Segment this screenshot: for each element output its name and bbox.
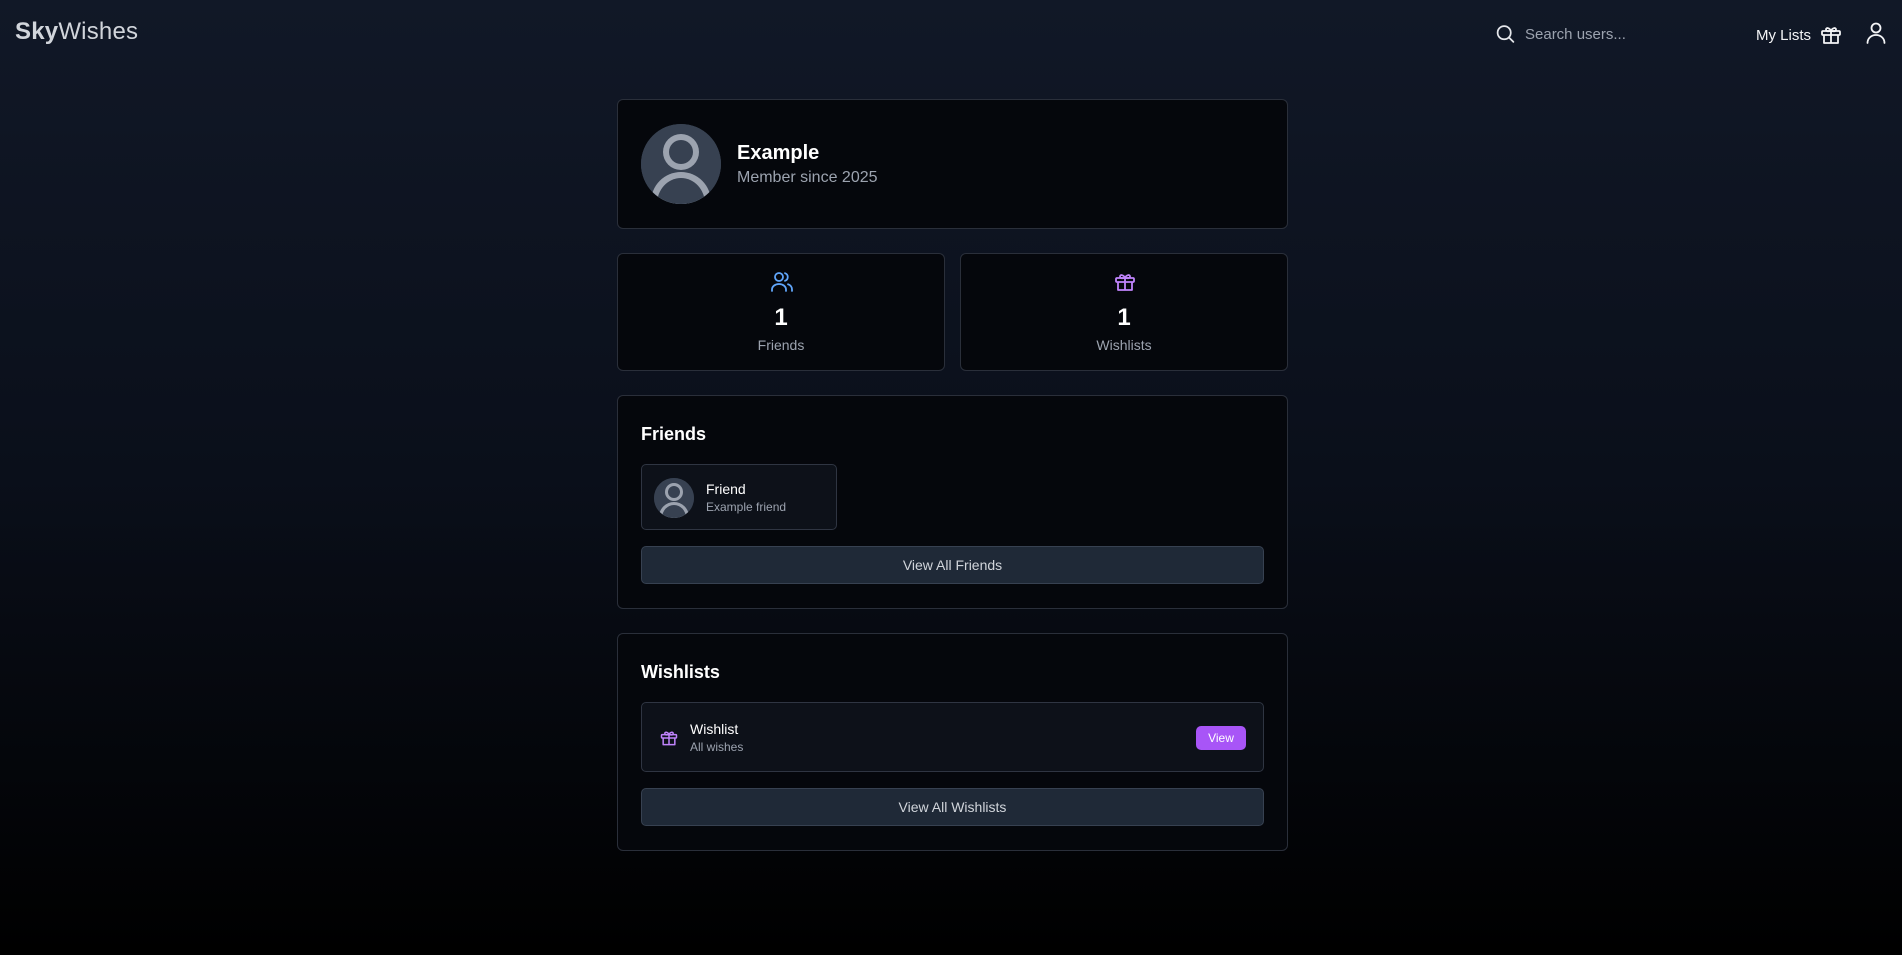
logo-rest-text: Wishes xyxy=(58,18,139,45)
app-logo[interactable]: SkyWishes xyxy=(15,18,138,46)
logo-bold-text: Sky xyxy=(15,18,59,45)
wishlists-count: 1 xyxy=(1117,304,1131,331)
my-lists-label: My Lists xyxy=(1756,26,1812,44)
friends-stat-label: Friends xyxy=(757,337,805,353)
friends-section-title: Friends xyxy=(641,424,707,444)
wishlist-subtitle: All wishes xyxy=(690,740,744,754)
users-icon xyxy=(771,272,793,292)
wishlists-stat-label: Wishlists xyxy=(1096,337,1152,353)
view-wishlist-button[interactable]: View xyxy=(1196,726,1246,750)
friends-stat-card[interactable]: 1 Friends xyxy=(617,253,945,371)
avatar xyxy=(641,124,721,204)
profile-name: Example xyxy=(737,142,820,164)
search-input[interactable] xyxy=(1525,25,1695,43)
member-since-text: Member since 2025 xyxy=(737,169,878,186)
friends-count: 1 xyxy=(774,304,788,331)
user-search xyxy=(1495,20,1695,48)
avatar xyxy=(654,478,694,518)
view-all-friends-button[interactable]: View All Friends xyxy=(641,546,1264,584)
gift-icon xyxy=(1821,27,1841,44)
wishlists-stat-card[interactable]: 1 Wishlists xyxy=(960,253,1288,371)
user-profile-icon[interactable] xyxy=(1864,21,1888,45)
wishlists-section-title: Wishlists xyxy=(641,662,720,682)
gift-icon xyxy=(660,731,678,746)
profile-card: Example Member since 2025 xyxy=(617,99,1288,229)
wishlist-name: Wishlist xyxy=(690,721,739,737)
top-navigation-bar: SkyWishes My Lists xyxy=(0,0,1902,66)
wishlists-section: Wishlists Wishlist All wishes View View … xyxy=(617,633,1288,851)
search-icon[interactable] xyxy=(1495,22,1516,46)
my-lists-link[interactable]: My Lists xyxy=(1756,22,1843,48)
friend-subtitle: Example friend xyxy=(706,500,787,514)
wishlist-list-item: Wishlist All wishes View xyxy=(641,702,1264,772)
avatar-placeholder-icon xyxy=(641,124,721,204)
gift-icon xyxy=(1115,274,1135,291)
friends-section: Friends Friend Example friend View All F… xyxy=(617,395,1288,609)
view-all-wishlists-button[interactable]: View All Wishlists xyxy=(641,788,1264,826)
friend-list-item[interactable]: Friend Example friend xyxy=(641,464,837,530)
friend-name: Friend xyxy=(706,481,746,497)
avatar-placeholder-icon xyxy=(654,478,694,518)
